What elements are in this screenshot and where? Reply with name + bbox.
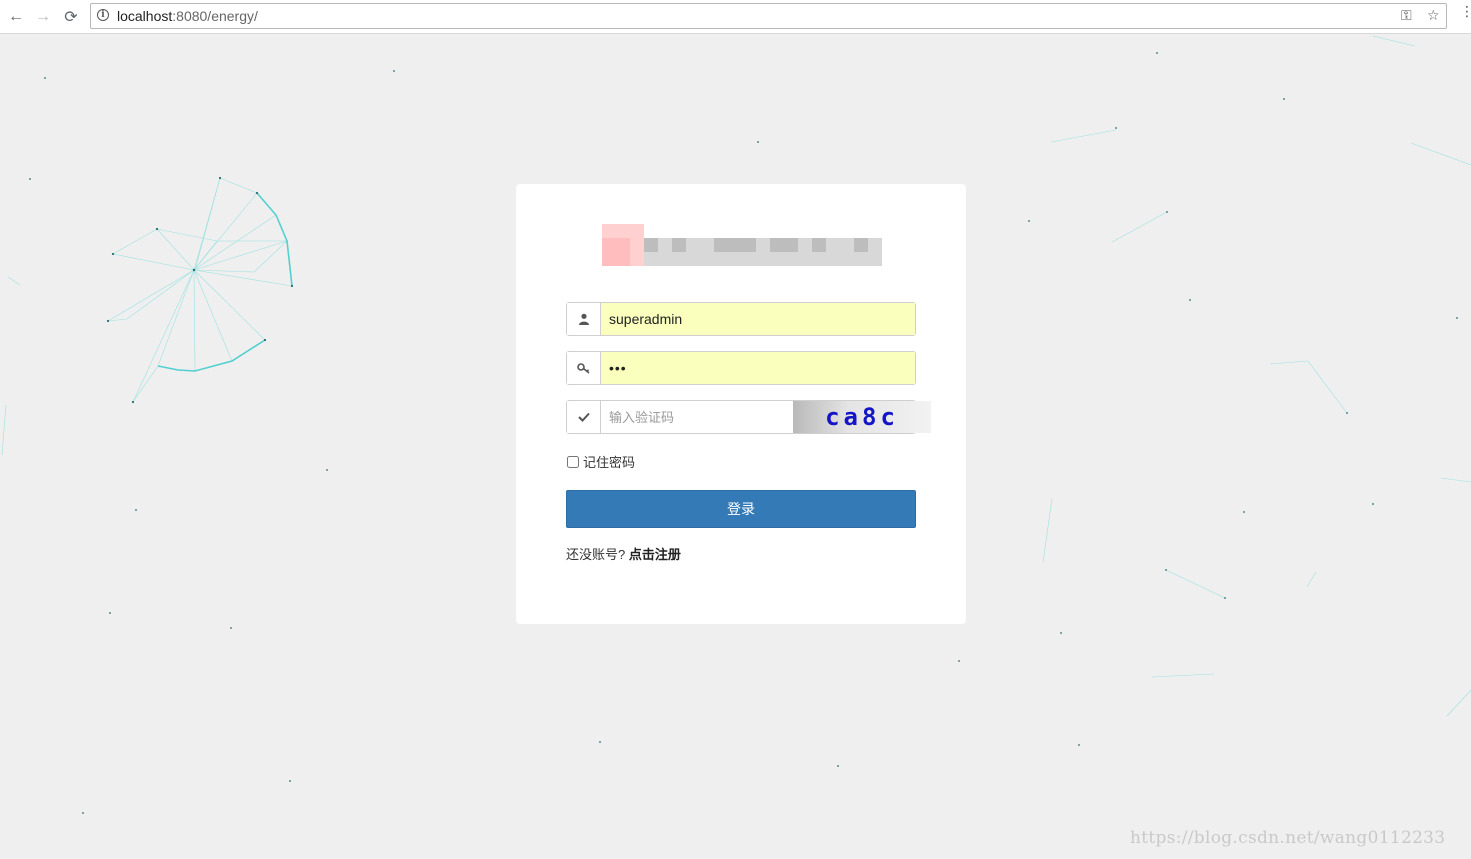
browser-toolbar: ← → ⟳ i localhost:8080/energy/ ⚿ ☆ ⋮ xyxy=(0,0,1471,34)
info-icon[interactable]: i xyxy=(97,9,109,21)
reload-icon[interactable]: ⟳ xyxy=(60,6,82,28)
watermark: https://blog.csdn.net/wang0112233 xyxy=(1130,828,1446,848)
captcha-image[interactable]: ca8c xyxy=(793,401,931,433)
url-text[interactable]: localhost:8080/energy/ xyxy=(117,8,258,24)
address-bar[interactable]: i localhost:8080/energy/ ⚿ ☆ xyxy=(90,3,1447,29)
captcha-input[interactable] xyxy=(601,401,793,433)
username-group xyxy=(566,302,916,336)
register-link[interactable]: 点击注册 xyxy=(629,547,681,562)
remember-checkbox[interactable] xyxy=(567,455,579,468)
key-icon[interactable]: ⚿ xyxy=(1401,7,1412,24)
remember-password[interactable]: 记住密码 xyxy=(566,452,635,471)
password-group: ••• xyxy=(566,351,916,385)
url-host: localhost xyxy=(117,8,173,24)
check-icon xyxy=(567,401,601,433)
forward-icon[interactable]: → xyxy=(32,6,54,28)
remember-label: 记住密码 xyxy=(583,455,636,470)
login-button[interactable]: 登录 xyxy=(566,490,916,528)
captcha-group: ca8c xyxy=(566,400,931,434)
password-input[interactable]: ••• xyxy=(601,352,915,384)
username-input[interactable] xyxy=(601,303,915,335)
register-row: 还没账号? 点击注册 xyxy=(566,544,681,563)
register-prompt: 还没账号? xyxy=(566,547,626,562)
login-card: ••• ca8c 记住密码 登录 还没账号? 点击注册 xyxy=(516,184,966,624)
back-icon[interactable]: ← xyxy=(5,6,27,28)
logo-icon xyxy=(602,224,882,266)
key-icon xyxy=(567,352,601,384)
url-path: :8080/energy/ xyxy=(172,8,258,24)
menu-icon[interactable]: ⋮ xyxy=(1460,4,1471,26)
star-icon[interactable]: ☆ xyxy=(1427,7,1440,24)
user-icon xyxy=(567,303,601,335)
